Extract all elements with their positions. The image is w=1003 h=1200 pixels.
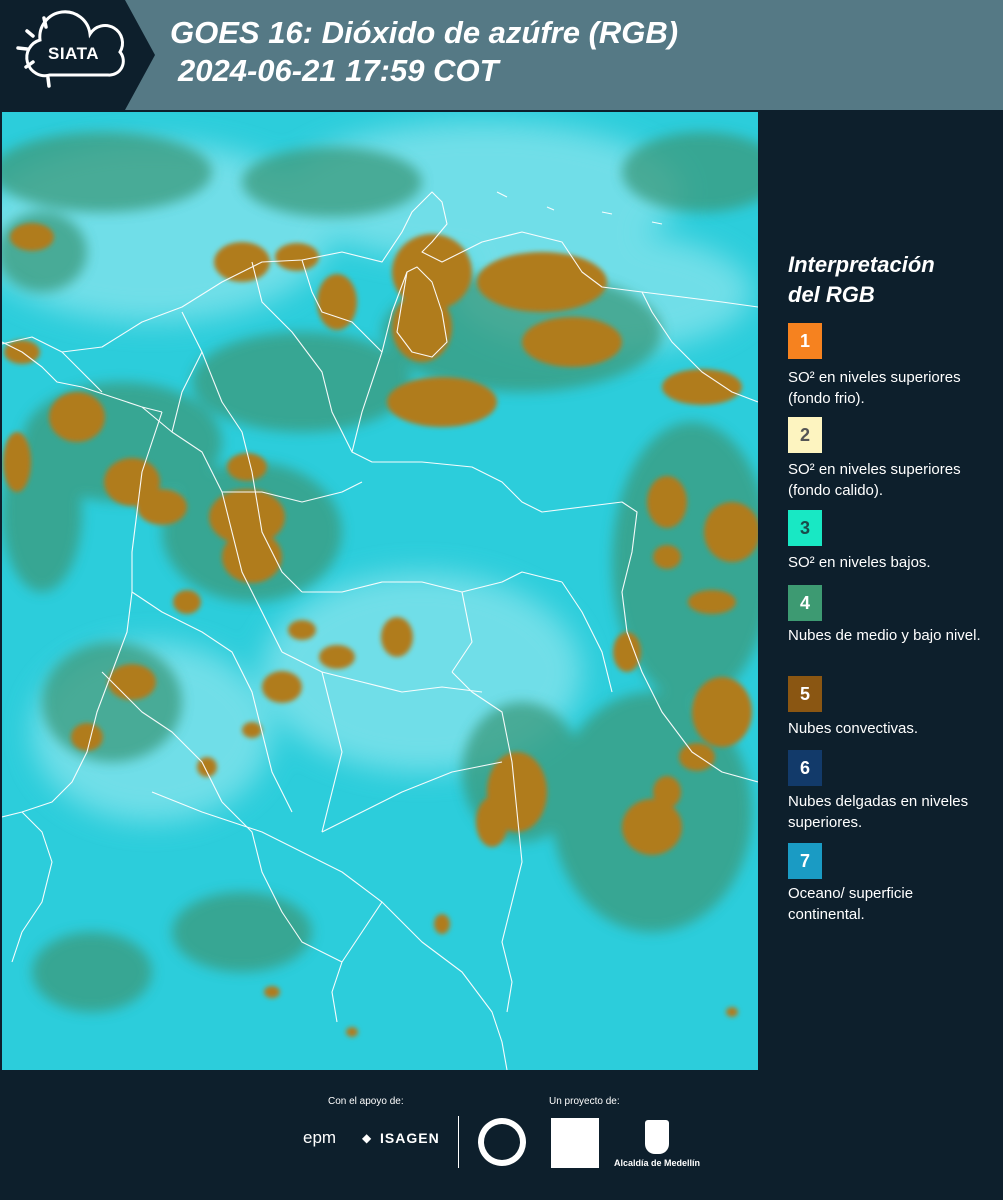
legend-number-6: 6 bbox=[799, 757, 810, 778]
epm-logo: epm bbox=[303, 1128, 337, 1147]
legend-title-line2: del RGB bbox=[788, 282, 875, 307]
legend-swatch-2: 2 bbox=[788, 417, 822, 453]
title-product: GOES 16: Dióxido de azúfre (RGB) bbox=[170, 15, 679, 50]
alcaldia-logo: Alcaldía de Medellín bbox=[612, 1120, 702, 1170]
legend-number-2: 2 bbox=[799, 424, 810, 445]
legend-panel: Interpretación del RGB 1 SO² en niveles … bbox=[760, 112, 1003, 1070]
alcaldia-shield-icon bbox=[645, 1120, 669, 1154]
siata-logo: SIATA bbox=[0, 0, 155, 110]
footer-divider bbox=[458, 1116, 459, 1168]
alcaldia-text: Alcaldía de Medellín bbox=[613, 1158, 701, 1168]
legend-swatch-1: 1 bbox=[788, 323, 822, 359]
area-metropolitana-logo bbox=[551, 1118, 599, 1168]
support-caption: Con el apoyo de: bbox=[328, 1096, 404, 1107]
legend-number-5: 5 bbox=[799, 683, 810, 704]
project-caption: Un proyecto de: bbox=[549, 1096, 620, 1107]
legend-swatch-6: 6 bbox=[788, 750, 822, 786]
legend-label-7: Oceano/ superficie continental. bbox=[788, 885, 914, 923]
legend-number-3: 3 bbox=[799, 517, 810, 538]
footer: Con el apoyo de: Un proyecto de: epm ISA… bbox=[0, 1070, 1003, 1200]
logo-text: SIATA bbox=[48, 44, 99, 63]
isagen-logo: ISAGEN bbox=[380, 1130, 440, 1146]
legend-label-6: Nubes delgadas en niveles superiores. bbox=[788, 793, 969, 831]
isagen-mark-icon: ◆ bbox=[362, 1131, 372, 1145]
legend-number-7: 7 bbox=[799, 850, 810, 871]
legend-label-5: Nubes convectivas. bbox=[788, 720, 919, 737]
legend-label-3: SO² en niveles bajos. bbox=[788, 554, 931, 571]
title-timestamp: 2024-06-21 17:59 COT bbox=[178, 53, 499, 88]
legend-title-line1: Interpretación bbox=[788, 252, 935, 277]
legend-swatch-5: 5 bbox=[788, 676, 822, 712]
legend-label-2: SO² en niveles superiores (fondo calido)… bbox=[788, 461, 961, 499]
legend-number-4: 4 bbox=[799, 592, 810, 613]
legend-label-1: SO² en niveles superiores (fondo frio). bbox=[788, 369, 961, 407]
legend-swatch-7: 7 bbox=[788, 843, 822, 879]
legend-title: Interpretación del RGB bbox=[788, 250, 988, 310]
legend-swatch-4: 4 bbox=[788, 585, 822, 621]
legend-number-1: 1 bbox=[799, 330, 810, 351]
header: SIATA GOES 16: Dióxido de azúfre (RGB) 2… bbox=[0, 0, 1003, 110]
page-title: GOES 16: Dióxido de azúfre (RGB) 2024-06… bbox=[170, 14, 678, 90]
medellin-seal-icon bbox=[478, 1118, 526, 1166]
legend-label-4: Nubes de medio y bajo nivel. bbox=[788, 627, 981, 644]
legend-swatch-3: 3 bbox=[788, 510, 822, 546]
satellite-image bbox=[2, 112, 758, 1070]
